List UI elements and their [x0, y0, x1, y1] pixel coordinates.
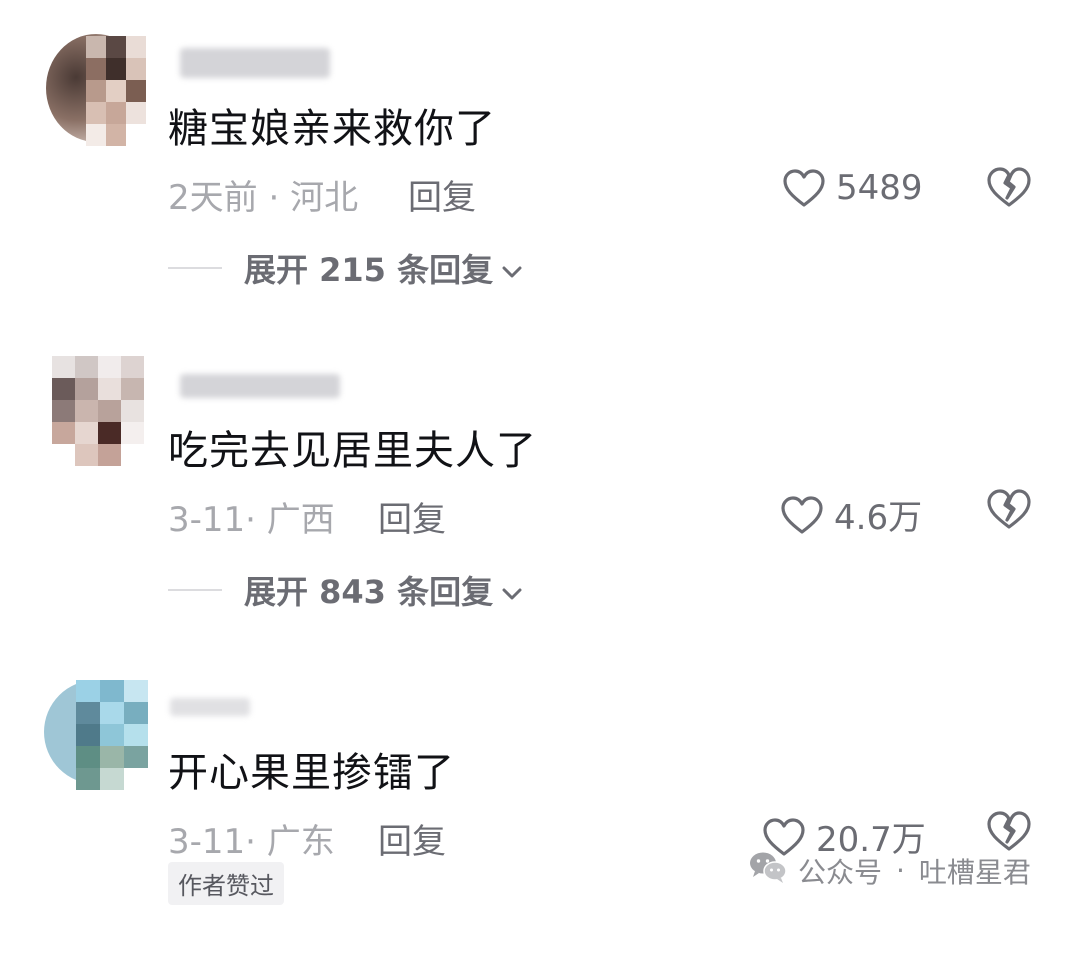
- divider-line: [168, 267, 222, 269]
- comment-location: 河北: [290, 178, 359, 218]
- comment-item: 开心果里掺镭了 3-11· 广东 回复 20.7万: [0, 644, 1080, 964]
- comment-location: 广东: [266, 822, 335, 862]
- reply-button[interactable]: 回复: [408, 170, 476, 219]
- reply-button[interactable]: 回复: [378, 814, 446, 863]
- divider-line: [168, 589, 222, 591]
- comment-text: 开心果里掺镭了: [168, 750, 455, 796]
- wechat-icon: [748, 850, 788, 891]
- author-liked-badge: 作者赞过: [168, 862, 284, 905]
- dislike-button[interactable]: [986, 810, 1032, 852]
- like-button[interactable]: 4.6万: [780, 490, 922, 539]
- broken-heart-icon: [986, 488, 1032, 530]
- watermark: 公众号 · 吐槽星君: [748, 850, 1031, 891]
- broken-heart-icon: [986, 166, 1032, 208]
- comment-item: 糖宝娘亲来救你了 2天前 · 河北 回复 5489 展开 215 条回复: [0, 0, 1080, 320]
- comment-text: 糖宝娘亲来救你了: [168, 106, 496, 152]
- expand-replies-button[interactable]: 展开 215 条回复: [168, 245, 523, 291]
- username-blurred[interactable]: [180, 374, 340, 398]
- like-count: 5489: [836, 168, 923, 208]
- comment-date: 3-11: [168, 500, 246, 540]
- chevron-down-icon: [501, 571, 523, 609]
- username-blurred[interactable]: [180, 48, 330, 78]
- dislike-button[interactable]: [986, 488, 1032, 530]
- expand-replies-label: 展开 843 条回复: [244, 573, 494, 611]
- comment-text: 吃完去见居里夫人了: [168, 428, 537, 474]
- like-count: 4.6万: [834, 498, 923, 538]
- meta-separator: ·: [245, 822, 267, 862]
- comment-date: 3-11: [168, 822, 246, 862]
- meta-separator: ·: [257, 178, 291, 218]
- reply-button[interactable]: 回复: [378, 492, 446, 541]
- comment-date: 2天前: [168, 178, 258, 218]
- like-button[interactable]: 5489: [782, 168, 923, 208]
- comment-meta: 2天前 · 河北: [168, 170, 358, 219]
- heart-outline-icon: [782, 168, 826, 208]
- watermark-prefix: 公众号: [798, 855, 883, 889]
- username-blurred[interactable]: [170, 698, 250, 716]
- comment-meta: 3-11· 广西: [168, 492, 335, 541]
- broken-heart-icon: [986, 810, 1032, 852]
- avatar-mosaic: [76, 680, 148, 790]
- watermark-separator: ·: [896, 854, 905, 887]
- dislike-button[interactable]: [986, 166, 1032, 208]
- comment-item: 吃完去见居里夫人了 3-11· 广西 回复 4.6万 展开 843 条回复: [0, 322, 1080, 642]
- avatar-mosaic: [86, 36, 146, 146]
- expand-replies-label: 展开 215 条回复: [244, 251, 494, 289]
- meta-separator: ·: [245, 500, 267, 540]
- avatar-mosaic[interactable]: [52, 356, 144, 466]
- expand-replies-button[interactable]: 展开 843 条回复: [168, 567, 523, 613]
- comment-meta: 3-11· 广东: [168, 814, 335, 863]
- chevron-down-icon: [501, 249, 523, 287]
- watermark-account: 吐槽星君: [918, 855, 1031, 889]
- comment-location: 广西: [266, 500, 335, 540]
- heart-outline-icon: [780, 495, 824, 535]
